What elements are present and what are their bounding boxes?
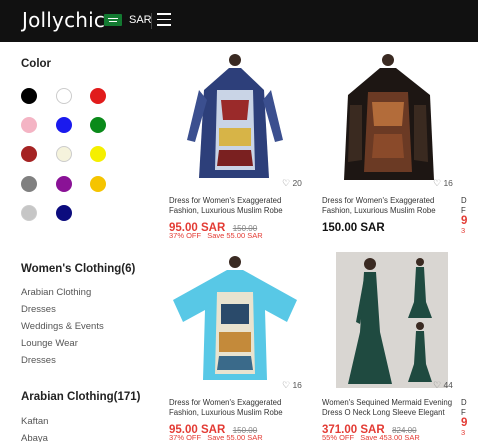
arabian-clothing-title[interactable]: Arabian Clothing(171) (21, 391, 140, 403)
product-name: Women's Sequined Mermaid Evening Dress O… (322, 398, 453, 417)
like-count[interactable]: ♡ 16 (433, 178, 453, 189)
savings-amount: Save 55.00 SAR (207, 433, 263, 442)
like-count[interactable]: ♡ 44 (433, 380, 453, 391)
product-image[interactable] (169, 50, 304, 190)
header-divider (151, 13, 152, 29)
color-swatch-beige[interactable] (56, 146, 72, 162)
color-swatch-purple[interactable] (56, 176, 72, 192)
product-card[interactable]: ♡ 20 Dress for Women's Exaggerated Fashi… (169, 50, 304, 250)
category-abaya[interactable]: Abaya (21, 433, 48, 442)
product-name: Dress for Women's Exaggerated Fashion, L… (169, 196, 283, 215)
heart-icon[interactable]: ♡ (282, 380, 290, 391)
top-header: Jollychic SAR (0, 0, 478, 42)
category-weddings-events[interactable]: Weddings & Events (21, 321, 104, 332)
category-kaftan[interactable]: Kaftan (21, 416, 48, 427)
heart-icon[interactable]: ♡ (433, 178, 441, 189)
discount-percent: 37% OFF (169, 231, 202, 240)
savings-amount: Save 453.00 SAR (360, 433, 420, 442)
color-swatch-gray[interactable] (21, 176, 37, 192)
saudi-flag-icon[interactable] (104, 14, 122, 26)
category-lounge-wear[interactable]: Lounge Wear (21, 338, 78, 349)
product-card[interactable]: ♡ 44 Women's Sequined Mermaid Evening Dr… (322, 252, 457, 442)
color-swatch-blue[interactable] (56, 117, 72, 133)
heart-icon[interactable]: ♡ (282, 178, 290, 189)
product-image[interactable] (169, 252, 304, 392)
site-logo[interactable]: Jollychic (22, 8, 105, 32)
savings-amount: Save 55.00 SAR (207, 231, 263, 240)
category-arabian-clothing[interactable]: Arabian Clothing (21, 287, 91, 298)
color-swatch-red[interactable] (90, 88, 106, 104)
product-image[interactable] (322, 50, 457, 190)
filter-sidebar: Color Women's Clothing(6) Arabian Clothi… (0, 42, 160, 442)
category-dresses-2[interactable]: Dresses (21, 355, 56, 366)
product-card[interactable]: ♡ 16 Dress for Women's Exaggerated Fashi… (322, 50, 457, 250)
product-card[interactable]: ♡ 16 Dress for Women's Exaggerated Fashi… (169, 252, 304, 442)
heart-icon[interactable]: ♡ (433, 380, 441, 391)
color-swatch-gold[interactable] (90, 176, 106, 192)
like-count[interactable]: ♡ 20 (282, 178, 302, 189)
color-swatch-silver[interactable] (21, 205, 37, 221)
color-swatch-white[interactable] (56, 88, 72, 104)
color-swatch-black[interactable] (21, 88, 37, 104)
like-count[interactable]: ♡ 16 (282, 380, 302, 391)
sale-price: 150.00 SAR (322, 222, 385, 234)
color-swatch-burgundy[interactable] (21, 146, 37, 162)
product-name: Dress for Women's Exaggerated Fashion, L… (169, 398, 283, 417)
color-swatch-navy[interactable] (56, 205, 72, 221)
hamburger-menu-icon[interactable] (157, 13, 171, 27)
product-name: Dress for Women's Exaggerated Fashion, L… (322, 196, 436, 215)
color-filter-title: Color (21, 58, 52, 70)
category-dresses[interactable]: Dresses (21, 304, 56, 315)
discount-info: 37% OFF Save 55.00 SAR (169, 231, 263, 240)
partial-product-card[interactable]: D F 9 3 (461, 398, 478, 438)
color-swatch-green[interactable] (90, 117, 106, 133)
color-swatch-yellow[interactable] (90, 146, 106, 162)
currency-selector[interactable]: SAR (129, 14, 152, 26)
discount-info: 37% OFF Save 55.00 SAR (169, 433, 263, 442)
partial-product-card[interactable]: D F 9 3 (461, 196, 478, 236)
price-row: 150.00 SAR (322, 218, 385, 236)
discount-info: 55% OFF Save 453.00 SAR (322, 433, 420, 442)
discount-percent: 37% OFF (169, 433, 202, 442)
discount-percent: 55% OFF (322, 433, 355, 442)
product-image[interactable] (322, 252, 457, 392)
womens-clothing-title[interactable]: Women's Clothing(6) (21, 263, 135, 275)
color-swatch-pink[interactable] (21, 117, 37, 133)
